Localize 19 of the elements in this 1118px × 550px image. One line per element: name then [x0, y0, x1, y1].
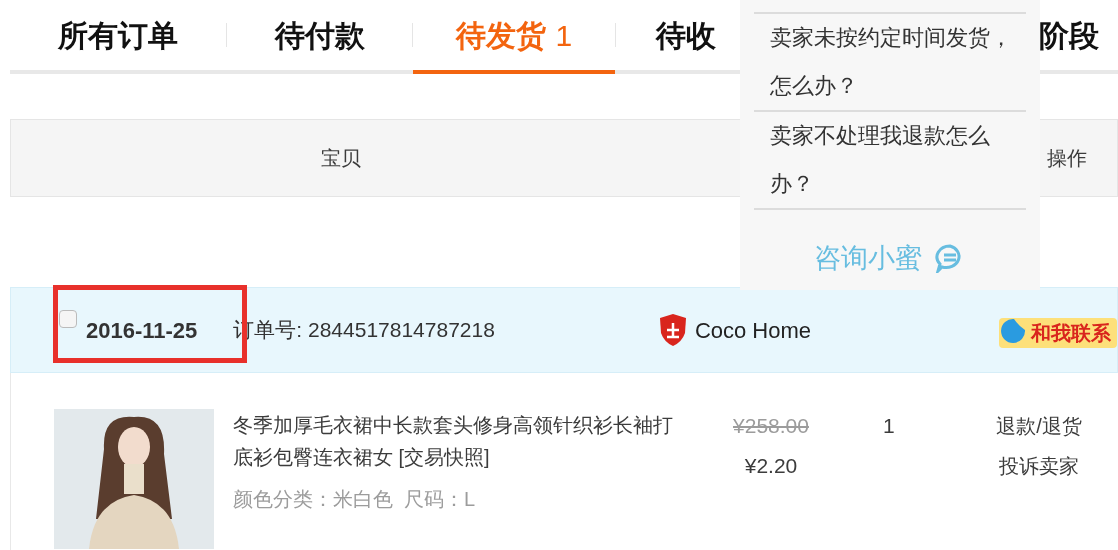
- order-date: 2016-11-25: [86, 316, 198, 345]
- column-header: 宝贝: [321, 146, 361, 171]
- column-header: 操作: [1047, 146, 1087, 171]
- item-quantity: 1: [883, 413, 895, 439]
- shield-icon: [657, 313, 688, 347]
- help-question[interactable]: 卖家不处理我退款怎么办？: [754, 112, 1026, 210]
- item-price: ¥2.20: [744, 453, 798, 479]
- action-link[interactable]: 投诉卖家: [999, 446, 1079, 486]
- original-price: ¥258.00: [733, 413, 809, 439]
- help-question[interactable]: 卖家未按约定时间发货，怎么办？: [754, 14, 1026, 112]
- tab[interactable]: 阶段: [1038, 0, 1118, 70]
- item-sku: 颜色分类：米白色 尺码：L: [233, 487, 477, 512]
- contact-badge[interactable]: 和我联系: [999, 318, 1117, 348]
- shop-name[interactable]: Coco Home: [694, 313, 812, 347]
- item-title[interactable]: 冬季加厚毛衣裙中长款套头修身高领针织衫长袖打底衫包臀连衣裙女 [交易快照]: [233, 409, 673, 473]
- checkbox[interactable]: [59, 310, 77, 328]
- tab[interactable]: 所有订单: [10, 0, 227, 70]
- tab[interactable]: 待付款: [227, 0, 413, 70]
- action-link[interactable]: 退款/退货: [996, 406, 1082, 446]
